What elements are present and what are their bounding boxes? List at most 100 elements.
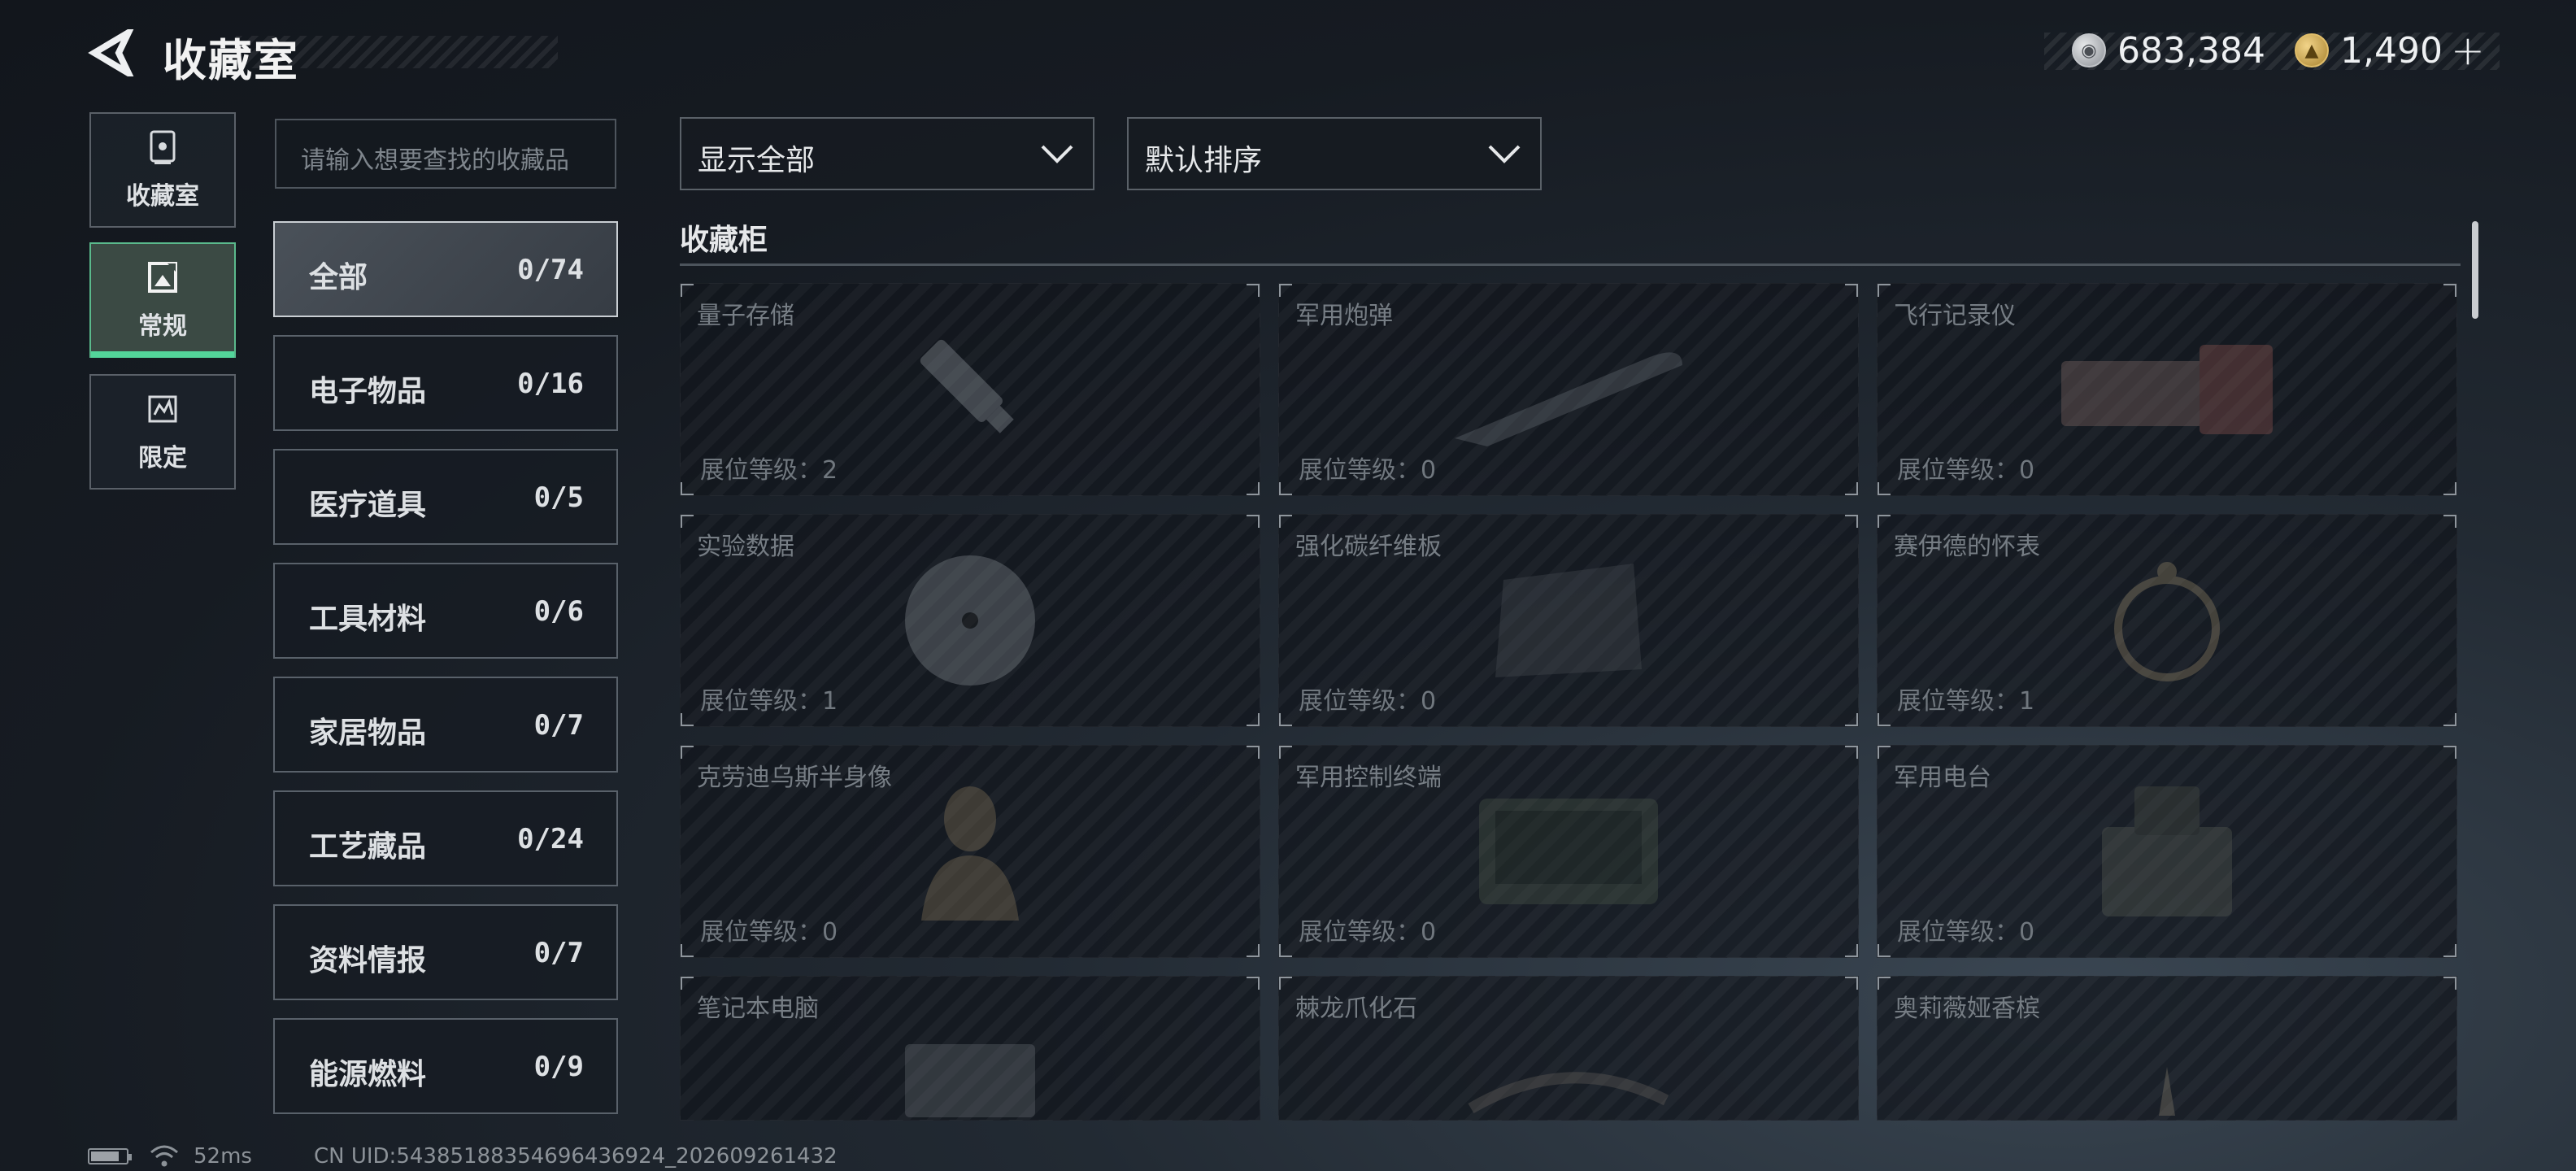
category-label: 工艺藏品 [309, 830, 427, 864]
item-name: 实验数据 [697, 533, 794, 561]
category-count: 0/9 [533, 1051, 584, 1083]
category-label: 能源燃料 [309, 1058, 427, 1091]
tab-label: 常规 [138, 312, 187, 341]
display-filter-dropdown[interactable]: 显示全部 [680, 117, 1094, 190]
vault-icon [150, 130, 176, 164]
item-level: 展位等级：0 [1299, 687, 1437, 716]
artillery-shell-icon [1455, 352, 1682, 446]
item-level: 展位等级：0 [1897, 456, 2035, 485]
category-label: 家居物品 [309, 716, 427, 750]
display-filter-value: 显示全部 [698, 144, 816, 177]
storage-drive-icon [920, 339, 1014, 433]
silver-coin-icon: ◉ [2072, 33, 2106, 67]
fossil-claw-icon [1468, 1072, 1669, 1114]
category-intel[interactable]: 资料情报 0/7 [273, 904, 618, 1000]
collection-item-card[interactable]: 军用控制终端 展位等级：0 [1278, 745, 1859, 958]
military-radio-icon [2102, 786, 2232, 916]
item-name: 棘龙爪化石 [1295, 995, 1417, 1023]
collection-item-card[interactable]: 量子存储 展位等级：2 [680, 283, 1260, 496]
item-name: 量子存储 [697, 302, 794, 330]
collection-item-card[interactable]: 实验数据 展位等级：1 [680, 514, 1260, 727]
silver-currency: ◉ 683,384 [2072, 29, 2265, 72]
collection-item-card[interactable]: 军用电台 展位等级：0 [1877, 745, 2457, 958]
collection-item-card[interactable]: 强化碳纤维板 展位等级：0 [1278, 514, 1859, 727]
page-title: 收藏室 [163, 35, 299, 86]
search-input[interactable]: 请输入想要查找的收藏品 [275, 119, 616, 189]
sort-value: 默认排序 [1145, 144, 1263, 177]
item-name: 笔记本电脑 [697, 995, 819, 1023]
tab-vault[interactable]: 收藏室 [89, 112, 236, 228]
top-bar: 收藏室 ◉ 683,384 ▲ 1,490 + [0, 0, 2576, 106]
control-terminal-icon [1479, 799, 1658, 904]
latency-value: 52ms [194, 1144, 252, 1169]
flight-recorder-icon [2061, 345, 2273, 434]
wifi-icon [150, 1145, 178, 1167]
category-all[interactable]: 全部 0/74 [273, 221, 618, 317]
category-tools[interactable]: 工具材料 0/6 [273, 563, 618, 659]
add-currency-icon[interactable]: + [2451, 27, 2485, 74]
collection-item-card[interactable]: 笔记本电脑 [680, 976, 1260, 1121]
collection-item-card[interactable]: 飞行记录仪 展位等级：0 [1877, 283, 2457, 496]
image-frame-icon [148, 262, 177, 293]
status-bar: 52ms CN UID:5438518835469643692‌4_202609… [88, 1142, 838, 1171]
carbon-plate-icon [1495, 564, 1642, 677]
bust-statue-icon [921, 786, 1019, 921]
tab-limited[interactable]: 限定 [89, 374, 236, 490]
category-crafts[interactable]: 工艺藏品 0/24 [273, 790, 618, 886]
category-count: 0/7 [533, 937, 584, 969]
item-level: 展位等级：0 [700, 918, 838, 947]
category-label: 医疗道具 [309, 489, 427, 522]
item-name: 克劳迪乌斯半身像 [697, 764, 892, 792]
sort-dropdown[interactable]: 默认排序 [1127, 117, 1542, 190]
scrollbar[interactable] [2472, 221, 2478, 319]
section-divider [680, 263, 2461, 266]
item-name: 飞行记录仪 [1894, 302, 2016, 330]
silver-currency-value: 683,384 [2117, 29, 2265, 72]
category-count: 0/74 [517, 254, 584, 286]
collection-item-card[interactable]: 奥莉薇娅香槟 [1877, 976, 2457, 1121]
gold-coin-icon: ▲ [2295, 33, 2329, 67]
disc-icon [905, 555, 1035, 686]
tab-label: 限定 [138, 444, 187, 472]
tab-regular[interactable]: 常规 [89, 242, 236, 358]
category-count: 0/24 [517, 823, 584, 855]
item-level: 展位等级：0 [1299, 918, 1437, 947]
limited-icon [148, 395, 177, 423]
item-name: 军用炮弹 [1295, 302, 1393, 330]
item-name: 军用控制终端 [1295, 764, 1442, 792]
collection-item-card[interactable]: 克劳迪乌斯半身像 展位等级：0 [680, 745, 1260, 958]
item-name: 军用电台 [1894, 764, 1991, 792]
category-medical[interactable]: 医疗道具 0/5 [273, 449, 618, 545]
search-placeholder: 请输入想要查找的收藏品 [301, 146, 569, 175]
item-name: 强化碳纤维板 [1295, 533, 1442, 561]
collection-item-card[interactable]: 棘龙爪化石 [1278, 976, 1859, 1121]
category-label: 电子物品 [309, 375, 427, 408]
section-title: 收藏柜 [680, 224, 768, 257]
battery-icon [88, 1148, 132, 1164]
item-name: 赛伊德的怀表 [1894, 533, 2040, 561]
item-level: 展位等级：1 [1897, 687, 2035, 716]
item-level: 展位等级：0 [1897, 918, 2035, 947]
collection-item-card[interactable]: 军用炮弹 展位等级：0 [1278, 283, 1859, 496]
category-energy[interactable]: 能源燃料 0/9 [273, 1018, 618, 1114]
category-label: 全部 [309, 261, 368, 294]
item-level: 展位等级：0 [1299, 456, 1437, 485]
category-household[interactable]: 家居物品 0/7 [273, 677, 618, 773]
gold-currency: ▲ 1,490 + [2295, 27, 2485, 74]
chevron-down-icon [1488, 145, 1521, 163]
category-count: 0/5 [533, 481, 584, 514]
back-arrow-icon[interactable] [88, 29, 137, 76]
item-level: 展位等级：2 [700, 456, 838, 485]
gold-currency-value: 1,490 [2340, 29, 2443, 72]
category-count: 0/16 [517, 368, 584, 400]
category-electronics[interactable]: 电子物品 0/16 [273, 335, 618, 431]
active-tab-indicator [91, 351, 234, 358]
laptop-icon [905, 1044, 1035, 1118]
collection-item-card[interactable]: 赛伊德的怀表 展位等级：1 [1877, 514, 2457, 727]
chevron-down-icon [1041, 145, 1073, 163]
champagne-bottle-icon [2159, 1066, 2175, 1116]
category-label: 工具材料 [309, 603, 427, 636]
category-label: 资料情报 [309, 944, 427, 977]
category-count: 0/6 [533, 595, 584, 628]
user-uid: CN UID:5438518835469643692‌4_20260926143… [313, 1144, 838, 1169]
